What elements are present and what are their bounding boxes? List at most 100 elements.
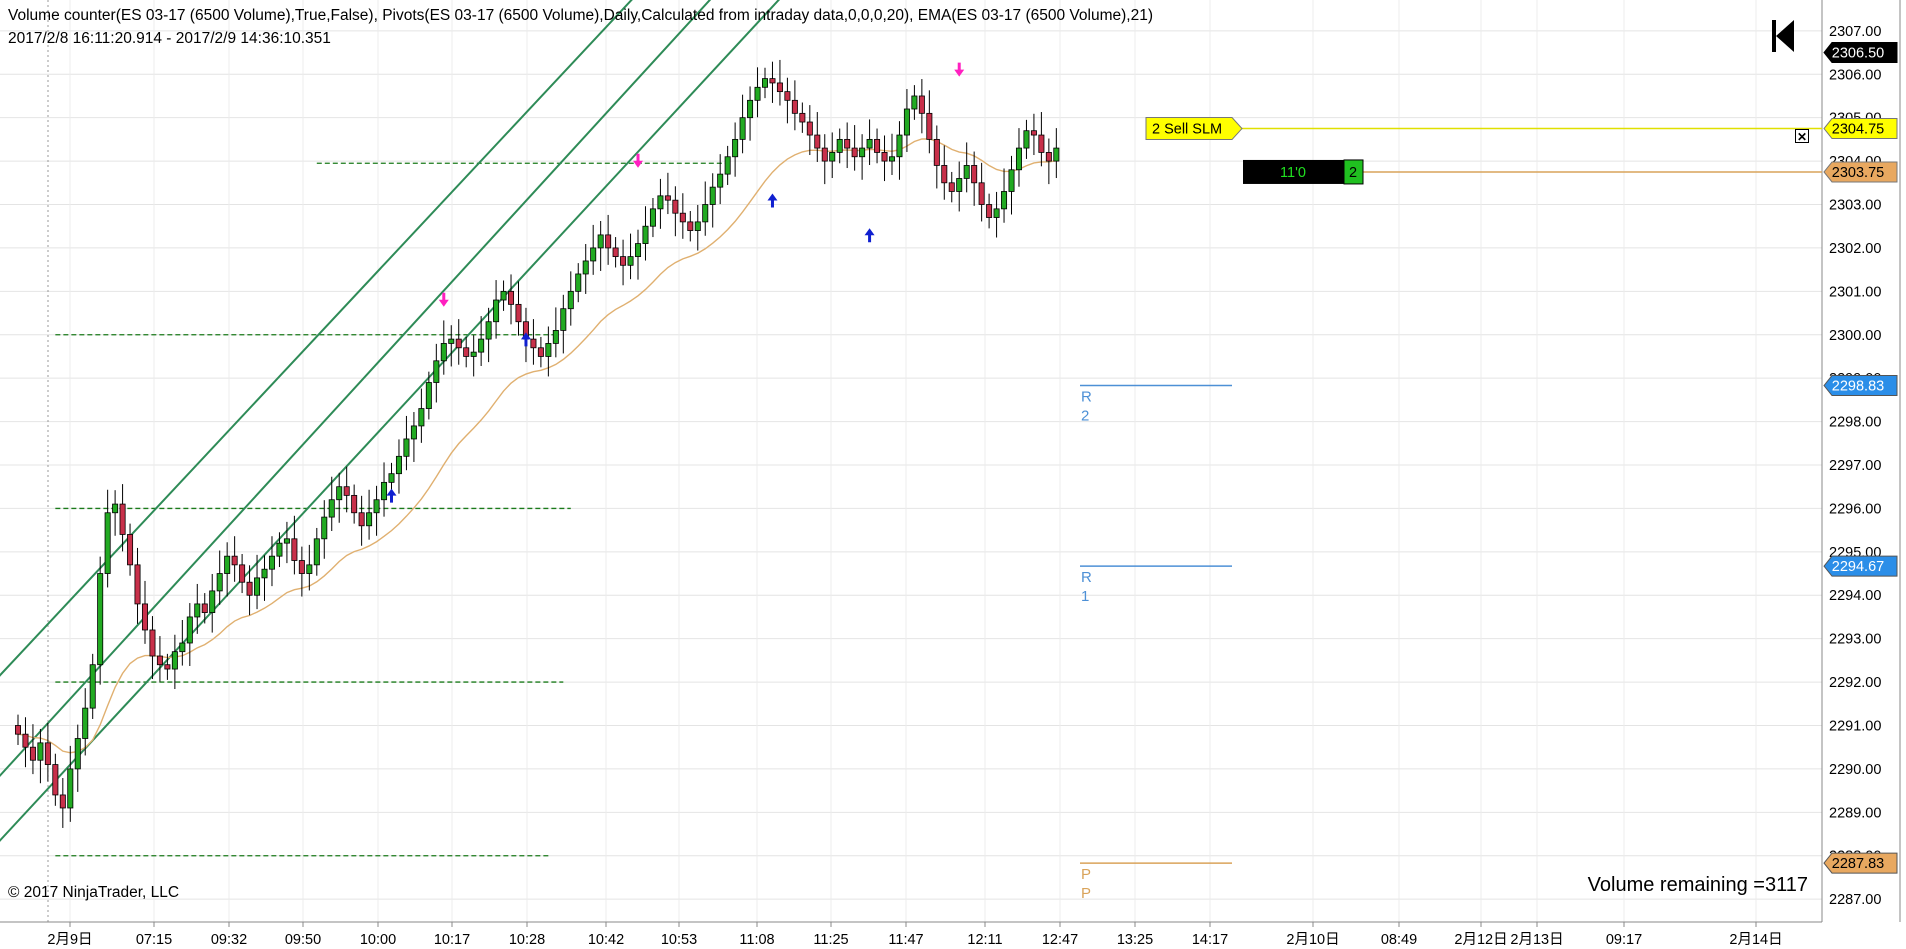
candle-body bbox=[448, 338, 455, 344]
candle-body bbox=[328, 499, 335, 518]
buy-signal-arrow bbox=[864, 228, 875, 243]
candle-body bbox=[89, 664, 96, 709]
candle-body bbox=[590, 247, 597, 262]
candle-body bbox=[776, 82, 783, 93]
candle-body bbox=[814, 134, 821, 149]
x-tick-label: 2月10日 bbox=[1286, 932, 1339, 948]
candle-body bbox=[874, 138, 881, 153]
candle-body bbox=[859, 147, 866, 158]
candle-body bbox=[455, 338, 462, 349]
candle-body bbox=[67, 768, 74, 809]
candle-body bbox=[336, 486, 343, 501]
x-tick-label: 10:28 bbox=[509, 932, 545, 948]
candle-body bbox=[141, 603, 148, 631]
candle-body bbox=[201, 603, 208, 614]
candle-body bbox=[926, 112, 933, 140]
candle-body bbox=[268, 555, 275, 570]
candle-body bbox=[732, 138, 739, 158]
pivot-label-R2: 2 bbox=[1081, 408, 1089, 425]
candle-body bbox=[366, 512, 373, 527]
candle-body bbox=[373, 499, 380, 514]
copyright: © 2017 NinjaTrader, LLC bbox=[8, 884, 180, 901]
candle-body bbox=[1038, 134, 1045, 153]
buy-signal-arrow bbox=[767, 193, 778, 208]
candle-body bbox=[358, 512, 365, 527]
x-tick-label: 09:32 bbox=[211, 932, 247, 948]
candle-body bbox=[896, 134, 903, 158]
candle-body bbox=[627, 256, 634, 266]
candle-body bbox=[694, 221, 701, 231]
date-range: 2017/2/8 16:11:20.914 - 2017/2/9 14:36:1… bbox=[8, 30, 331, 47]
candle-body bbox=[881, 152, 888, 162]
candle-body bbox=[672, 199, 679, 214]
candle-body bbox=[209, 590, 216, 614]
candle-body bbox=[747, 99, 754, 119]
candle-body bbox=[1023, 130, 1030, 149]
x-tick-label: 09:17 bbox=[1606, 932, 1642, 948]
x-tick-label: 10:42 bbox=[588, 932, 624, 948]
volume-remaining: Volume remaining =3117 bbox=[1587, 874, 1808, 896]
candle-body bbox=[986, 204, 993, 218]
candle-body bbox=[545, 343, 552, 357]
chart-window: 2307.002306.002305.002304.002303.002302.… bbox=[0, 0, 1906, 949]
candle-body bbox=[395, 455, 402, 475]
candle-body bbox=[22, 733, 29, 748]
y-tick-label: 2307.00 bbox=[1829, 24, 1881, 40]
y-tick-label: 2291.00 bbox=[1829, 718, 1881, 734]
candle-body bbox=[440, 343, 447, 362]
candle-body bbox=[754, 86, 761, 101]
candle-body bbox=[97, 573, 104, 666]
candle-body bbox=[463, 347, 470, 357]
candle-body bbox=[687, 221, 694, 231]
x-tick-label: 2月9日 bbox=[47, 932, 92, 948]
candle-body bbox=[179, 642, 186, 653]
candle-body bbox=[1045, 152, 1052, 162]
pivot-label-R1: R bbox=[1081, 569, 1092, 586]
candle-body bbox=[791, 99, 798, 114]
x-tick-label: 11:25 bbox=[813, 932, 848, 948]
candle-body bbox=[194, 603, 201, 618]
buy-signal-arrow bbox=[386, 488, 397, 503]
candle-body bbox=[612, 247, 619, 258]
candle-body bbox=[582, 260, 589, 275]
candle-body bbox=[74, 738, 81, 770]
candle-body bbox=[963, 165, 970, 179]
candle-body bbox=[836, 138, 843, 153]
candle-body bbox=[500, 290, 507, 301]
pivot-price-PP: 2287.83 bbox=[1832, 856, 1884, 872]
candle-body bbox=[149, 629, 156, 657]
y-tick-label: 2300.00 bbox=[1829, 328, 1881, 344]
pivot-label-R2: R bbox=[1081, 389, 1092, 406]
candle-body bbox=[911, 95, 918, 110]
candle-body bbox=[119, 503, 126, 535]
price-chart[interactable]: 2307.002306.002305.002304.002303.002302.… bbox=[0, 0, 1906, 949]
x-tick-label: 12:47 bbox=[1042, 932, 1078, 948]
candle-body bbox=[605, 234, 612, 249]
order-price: 2304.75 bbox=[1832, 122, 1884, 138]
candle-body bbox=[164, 664, 171, 670]
candle-body bbox=[1015, 147, 1022, 171]
candle-body bbox=[866, 138, 873, 149]
candle-body bbox=[567, 290, 574, 310]
candle-body bbox=[1030, 130, 1037, 136]
candle-body bbox=[799, 112, 806, 123]
candle-body bbox=[941, 165, 948, 184]
close-order-icon[interactable]: ✕ bbox=[1795, 129, 1809, 144]
candle-body bbox=[508, 290, 515, 305]
pivot-price-R2: 2298.83 bbox=[1832, 379, 1884, 395]
y-tick-label: 2287.00 bbox=[1829, 892, 1881, 908]
candle-body bbox=[59, 794, 66, 809]
skip-to-end-icon[interactable] bbox=[1770, 18, 1798, 54]
candle-body bbox=[560, 308, 567, 331]
candle-body bbox=[493, 299, 500, 323]
x-tick-label: 07:15 bbox=[136, 932, 172, 948]
x-tick-label: 12:11 bbox=[967, 932, 1002, 948]
candle-body bbox=[888, 156, 895, 162]
candle-body bbox=[485, 321, 492, 340]
candle-body bbox=[739, 117, 746, 140]
candle-body bbox=[978, 182, 985, 205]
x-tick-label: 14:17 bbox=[1192, 932, 1228, 948]
candle-body bbox=[829, 152, 836, 162]
candle-body bbox=[844, 138, 851, 149]
position-pnl: 11'0 bbox=[1280, 165, 1306, 181]
